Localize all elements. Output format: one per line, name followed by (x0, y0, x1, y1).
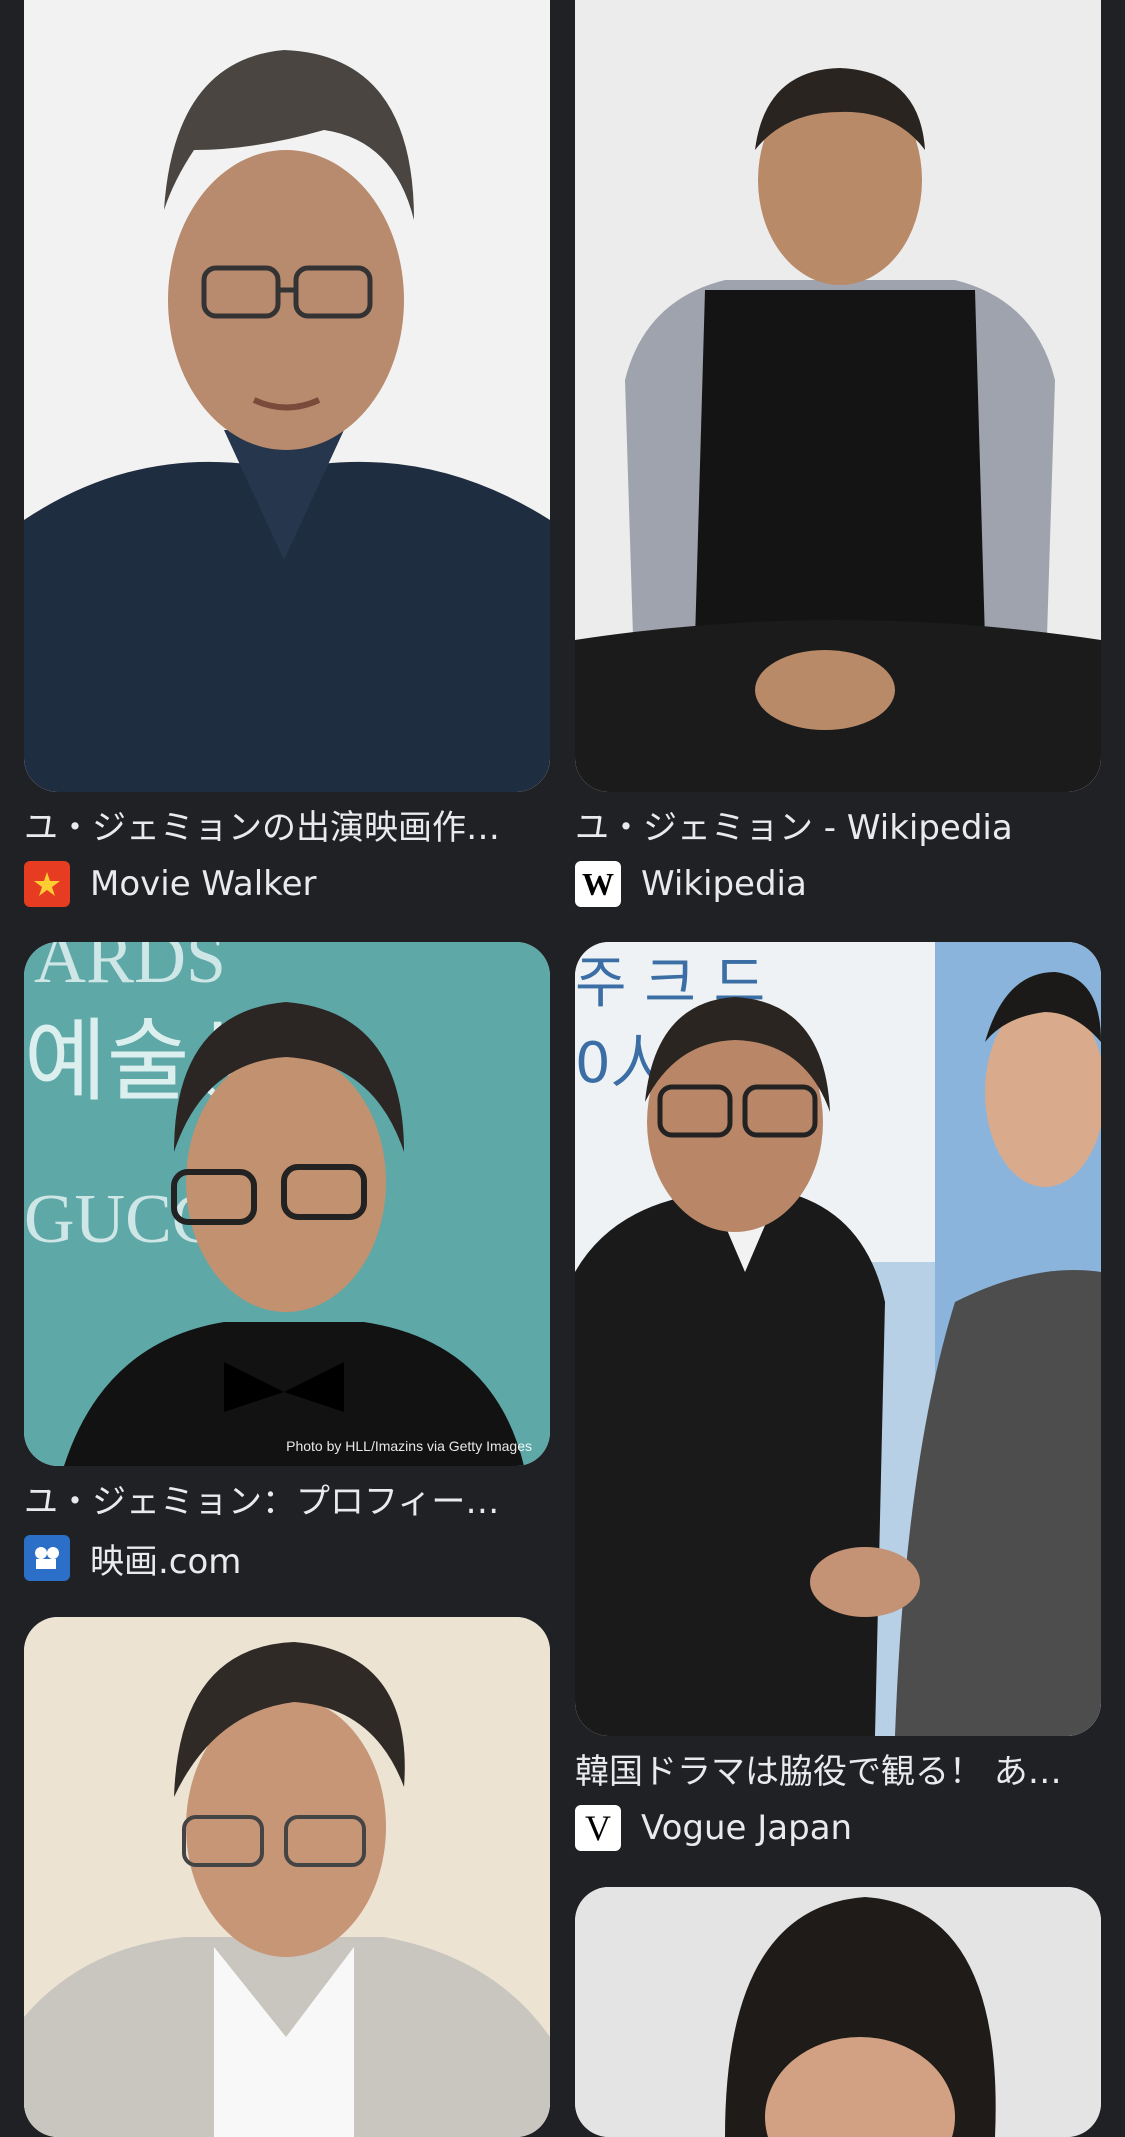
result-image[interactable] (24, 1617, 550, 2137)
source-name: Vogue Japan (641, 1808, 853, 1848)
result-title[interactable]: ユ・ジェミョン：プロフィー… (24, 1480, 550, 1524)
result-source[interactable]: Movie Walker (24, 860, 550, 908)
photo-credit: Photo by HLL/Imazins via Getty Images (286, 1438, 532, 1454)
wikipedia-icon: W (575, 861, 621, 907)
result-card[interactable]: ARDS 예술상 GUCCI Photo by HLL/Imazins via … (24, 942, 550, 1582)
result-image[interactable]: 주 크 드 0人 (575, 942, 1101, 1736)
result-title[interactable]: ユ・ジェミョンの出演映画作… (24, 806, 550, 850)
result-card[interactable]: ユ・ジェミョンの出演映画作… Movie Walker (24, 0, 550, 908)
backdrop-text: ARDS (34, 942, 226, 998)
result-source[interactable]: W Wikipedia (575, 860, 1101, 908)
source-name: 映画.com (90, 1541, 242, 1582)
result-card[interactable]: ユ・ジェミョン - Wikipedia W Wikipedia (575, 0, 1101, 908)
result-title[interactable]: ユ・ジェミョン - Wikipedia (575, 806, 1101, 850)
result-source[interactable]: V Vogue Japan (575, 1804, 1101, 1852)
result-image[interactable]: ARDS 예술상 GUCCI Photo by HLL/Imazins via … (24, 942, 550, 1466)
result-title[interactable]: 韓国ドラマは脇役で観る！ あ… (575, 1750, 1101, 1794)
result-card[interactable] (24, 1617, 550, 2137)
result-card[interactable]: 주 크 드 0人 韓国ドラマは脇役で観る！ あ… V Vogue Japan (575, 942, 1101, 1852)
movie-walker-icon (24, 861, 70, 907)
eiga-com-icon (24, 1535, 70, 1581)
result-source[interactable]: 映画.com (24, 1534, 550, 1582)
source-name: Movie Walker (90, 864, 317, 904)
result-image[interactable] (24, 0, 550, 792)
vogue-icon: V (575, 1805, 621, 1851)
result-image[interactable] (575, 1887, 1101, 2137)
result-image[interactable] (575, 0, 1101, 792)
source-name: Wikipedia (641, 864, 807, 904)
result-card[interactable] (575, 1887, 1101, 2137)
